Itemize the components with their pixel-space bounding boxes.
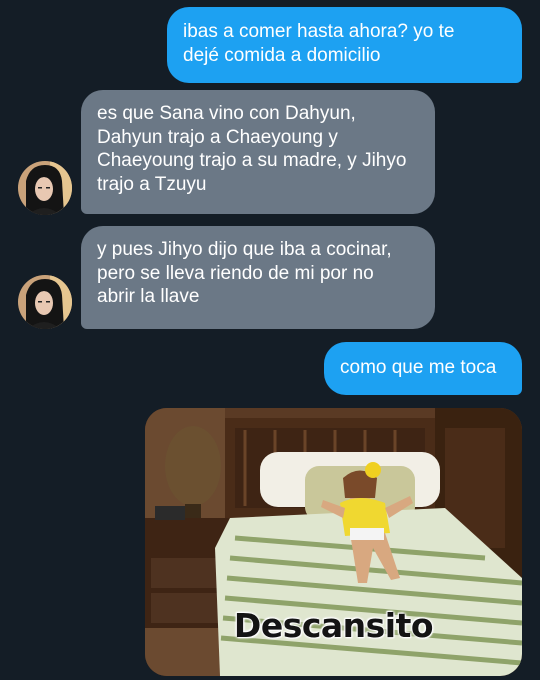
sent-message-bubble[interactable]: como que me toca xyxy=(324,342,522,395)
received-message-bubble[interactable]: es que Sana vino con Dahyun, Dahyun traj… xyxy=(81,90,435,214)
received-message-bubble[interactable]: y pues Jihyo dijo que iba a cocinar, per… xyxy=(81,226,435,329)
avatar-photo-icon xyxy=(18,275,72,329)
avatar-photo-icon xyxy=(18,161,72,215)
sent-message-bubble[interactable]: ibas a comer hasta ahora? yo te dejé com… xyxy=(167,7,522,83)
image-message[interactable]: Descansito xyxy=(145,408,522,676)
contact-avatar[interactable] xyxy=(18,275,72,329)
meme-caption: Descansito xyxy=(233,606,434,645)
contact-avatar[interactable] xyxy=(18,161,72,215)
